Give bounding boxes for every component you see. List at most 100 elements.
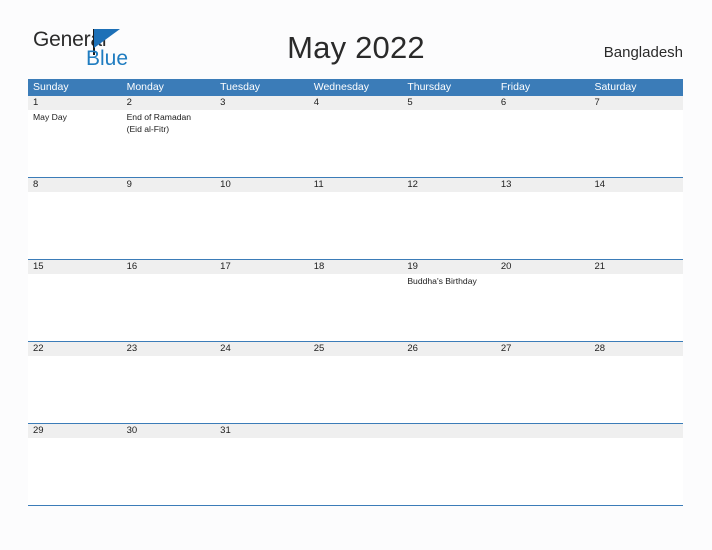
day-cell-19[interactable]: Buddha's Birthday	[402, 274, 496, 340]
day-event-band: Buddha's Birthday	[28, 274, 683, 340]
day-cell-26[interactable]	[402, 356, 496, 422]
day-number-5[interactable]: 5	[402, 96, 496, 110]
day-cell-17[interactable]	[215, 274, 309, 340]
day-cell-4[interactable]	[309, 110, 403, 176]
day-number-1[interactable]: 1	[28, 96, 122, 110]
weekday-header-saturday: Saturday	[594, 81, 637, 93]
day-number-band: 22 23 24 25 26 27 28	[28, 342, 683, 356]
day-cell-empty	[589, 438, 683, 504]
day-cell-20[interactable]	[496, 274, 590, 340]
day-number-13[interactable]: 13	[496, 178, 590, 192]
weekday-header-friday: Friday	[500, 81, 531, 93]
weekday-header-wednesday: Wednesday	[313, 81, 369, 93]
day-cell-5[interactable]	[402, 110, 496, 176]
day-cell-29[interactable]	[28, 438, 122, 504]
day-number-2[interactable]: 2	[122, 96, 216, 110]
calendar-week-row: 29 30 31	[28, 423, 683, 505]
day-event-band	[28, 192, 683, 258]
day-cell-12[interactable]	[402, 192, 496, 258]
day-number-30[interactable]: 30	[122, 424, 216, 438]
calendar-week-row: 15 16 17 18 19 20 21 Buddha's Birthday	[28, 259, 683, 341]
day-cell-27[interactable]	[496, 356, 590, 422]
day-number-band: 1234567	[28, 96, 683, 110]
day-number-25[interactable]: 25	[309, 342, 403, 356]
day-number-16[interactable]: 16	[122, 260, 216, 274]
day-cell-6[interactable]	[496, 110, 590, 176]
day-number-29[interactable]: 29	[28, 424, 122, 438]
day-cell-30[interactable]	[122, 438, 216, 504]
holiday-event-label: End of Ramadan (Eid al-Fitr)	[126, 112, 192, 134]
day-number-20[interactable]: 20	[496, 260, 590, 274]
day-cell-15[interactable]	[28, 274, 122, 340]
calendar-table: Sunday Monday Tuesday Wednesday Thursday Frid…	[28, 79, 683, 506]
day-cell-21[interactable]	[589, 274, 683, 340]
day-number-empty	[589, 424, 683, 438]
day-cell-31[interactable]	[215, 438, 309, 504]
calendar-week-row: 8 9 10 11 12 13 14	[28, 177, 683, 259]
day-number-band: 15 16 17 18 19 20 21	[28, 260, 683, 274]
day-cell-22[interactable]	[28, 356, 122, 422]
weekday-header-thursday: Thursday	[407, 81, 452, 93]
day-number-band: 29 30 31	[28, 424, 683, 438]
day-cell-empty	[496, 438, 590, 504]
day-number-8[interactable]: 8	[28, 178, 122, 192]
day-number-4[interactable]: 4	[309, 96, 403, 110]
day-cell-11[interactable]	[309, 192, 403, 258]
day-cell-16[interactable]	[122, 274, 216, 340]
day-number-14[interactable]: 14	[589, 178, 683, 192]
day-number-31[interactable]: 31	[215, 424, 309, 438]
day-number-empty	[402, 424, 496, 438]
day-cell-1[interactable]: May Day	[28, 110, 122, 176]
day-number-17[interactable]: 17	[215, 260, 309, 274]
calendar-week-row: 22 23 24 25 26 27 28	[28, 341, 683, 423]
day-event-band	[28, 438, 683, 504]
day-number-26[interactable]: 26	[402, 342, 496, 356]
day-cell-8[interactable]	[28, 192, 122, 258]
holiday-event-label: Buddha's Birthday	[407, 276, 477, 286]
day-number-7[interactable]: 7	[589, 96, 683, 110]
day-number-10[interactable]: 10	[215, 178, 309, 192]
day-cell-14[interactable]	[589, 192, 683, 258]
day-cell-28[interactable]	[589, 356, 683, 422]
day-number-empty	[496, 424, 590, 438]
day-cell-25[interactable]	[309, 356, 403, 422]
day-number-empty	[309, 424, 403, 438]
day-number-6[interactable]: 6	[496, 96, 590, 110]
page-header: General Blue May 2022 Bangladesh	[0, 0, 712, 70]
day-cell-2[interactable]: End of Ramadan (Eid al-Fitr)	[122, 110, 216, 176]
weekday-header-monday: Monday	[126, 81, 164, 93]
day-number-15[interactable]: 15	[28, 260, 122, 274]
day-cell-empty	[309, 438, 403, 504]
day-event-band	[28, 356, 683, 422]
weekday-header-tuesday: Tuesday	[220, 81, 261, 93]
day-number-19[interactable]: 19	[402, 260, 496, 274]
day-cell-7[interactable]	[589, 110, 683, 176]
calendar-weeks: 1 2 3 4 5 6 7 May Day End of Ramadan (Eid al-Fit…	[28, 96, 683, 505]
day-cell-13[interactable]	[496, 192, 590, 258]
day-number-24[interactable]: 24	[215, 342, 309, 356]
day-number-27[interactable]: 27	[496, 342, 590, 356]
day-cell-10[interactable]	[215, 192, 309, 258]
day-number-11[interactable]: 11	[309, 178, 403, 192]
day-number-12[interactable]: 12	[402, 178, 496, 192]
region-label: Bangladesh	[603, 44, 683, 61]
day-cell-9[interactable]	[122, 192, 216, 258]
day-number-28[interactable]: 28	[589, 342, 683, 356]
day-event-band: May Day End of Ramadan (Eid al-Fitr)	[28, 110, 683, 176]
holiday-event-label: May Day	[33, 112, 67, 122]
day-number-23[interactable]: 23	[122, 342, 216, 356]
weekday-header-sunday: Sunday	[33, 81, 69, 93]
day-number-18[interactable]: 18	[309, 260, 403, 274]
day-number-9[interactable]: 9	[122, 178, 216, 192]
day-cell-23[interactable]	[122, 356, 216, 422]
day-number-22[interactable]: 22	[28, 342, 122, 356]
weekday-header-row: Sunday Monday Tuesday Wednesday Thursday Frid…	[28, 79, 683, 96]
day-cell-empty	[402, 438, 496, 504]
day-cell-18[interactable]	[309, 274, 403, 340]
day-number-band: 8 9 10 11 12 13 14	[28, 178, 683, 192]
calendar-bottom-rule	[28, 505, 683, 506]
day-cell-3[interactable]	[215, 110, 309, 176]
day-number-21[interactable]: 21	[589, 260, 683, 274]
day-cell-24[interactable]	[215, 356, 309, 422]
day-number-3[interactable]: 3	[215, 96, 309, 110]
